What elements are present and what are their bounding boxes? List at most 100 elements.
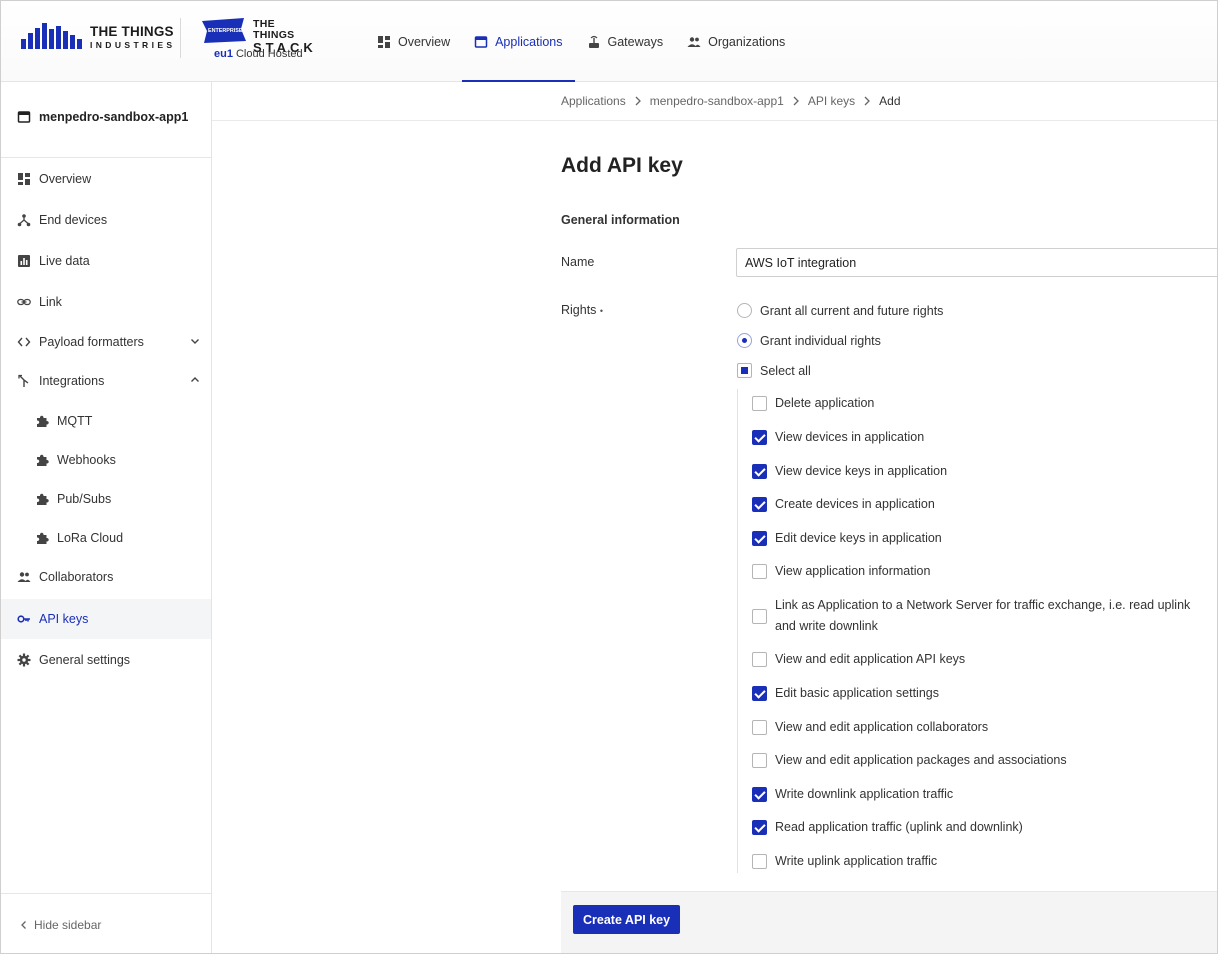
- select-all-checkbox[interactable]: [737, 363, 752, 378]
- stack-flag-icon: ENTERPRISE: [202, 18, 246, 43]
- right-label: View and edit application collaborators: [775, 720, 989, 734]
- right-item-delete-application[interactable]: Delete application: [752, 393, 1192, 414]
- right-checkbox[interactable]: [752, 787, 767, 802]
- sidebar-item-integrations[interactable]: Integrations: [1, 362, 211, 400]
- dashboard-icon: [18, 173, 30, 185]
- topnav-organizations[interactable]: Organizations: [675, 1, 797, 82]
- right-checkbox[interactable]: [752, 686, 767, 701]
- name-label: Name: [561, 255, 595, 269]
- tti-logo[interactable]: THE THINGS INDUSTRIES: [21, 23, 175, 49]
- right-checkbox[interactable]: [752, 497, 767, 512]
- right-checkbox[interactable]: [752, 854, 767, 869]
- right-item-edit-device-keys[interactable]: Edit device keys in application: [752, 528, 1192, 549]
- sidebar-app-title: menpedro-sandbox-app1: [17, 110, 188, 124]
- right-checkbox[interactable]: [752, 564, 767, 579]
- select-all-label: Select all: [760, 363, 811, 378]
- sidebar-item-label: Payload formatters: [39, 335, 144, 349]
- merge-icon: [18, 374, 29, 387]
- breadcrumb-api-keys[interactable]: API keys: [808, 94, 855, 108]
- sidebar-item-label: Webhooks: [57, 453, 116, 467]
- grant-individual-radio[interactable]: [737, 333, 752, 348]
- right-label: Edit basic application settings: [775, 686, 939, 700]
- sidebar-item-overview[interactable]: Overview: [1, 160, 211, 198]
- create-api-key-button[interactable]: Create API key: [573, 905, 681, 934]
- sidebar-app-name: menpedro-sandbox-app1: [39, 110, 189, 124]
- sidebar-item-label: Pub/Subs: [57, 492, 112, 506]
- top-header: THE THINGS INDUSTRIES ENTERPRISE THE THI…: [1, 1, 1217, 82]
- grant-all-radio[interactable]: [737, 303, 752, 318]
- right-checkbox[interactable]: [752, 608, 767, 624]
- sidebar-item-collaborators[interactable]: Collaborators: [1, 558, 211, 596]
- right-checkbox[interactable]: [752, 652, 767, 667]
- right-item-collaborators[interactable]: View and edit application collaborators: [752, 717, 1192, 738]
- right-checkbox[interactable]: [752, 720, 767, 735]
- right-checkbox[interactable]: [752, 753, 767, 768]
- right-checkbox[interactable]: [752, 396, 767, 411]
- right-item-view-devices[interactable]: View devices in application: [752, 427, 1192, 448]
- devices-icon: [17, 214, 31, 227]
- top-nav: Overview Applications Gateways Organizat…: [365, 1, 797, 82]
- breadcrumb-applications[interactable]: Applications: [561, 94, 626, 108]
- cluster-name: eu1: [214, 48, 233, 60]
- sidebar-item-link[interactable]: Link: [1, 283, 211, 321]
- right-label: Read application traffic (uplink and dow…: [775, 820, 1023, 834]
- sidebar-item-label: API keys: [39, 612, 89, 626]
- breadcrumb: Applications menpedro-sandbox-app1 API k…: [561, 94, 901, 108]
- puzzle-icon: [37, 493, 49, 505]
- right-item-view-device-keys[interactable]: View device keys in application: [752, 461, 1192, 482]
- sidebar-item-label: General settings: [39, 653, 131, 667]
- sidebar-item-payload-formatters[interactable]: Payload formatters: [1, 323, 211, 361]
- right-label: Link as Application to a Network Server …: [775, 598, 1191, 633]
- tti-bars-icon: [21, 23, 82, 49]
- code-icon: [17, 337, 31, 347]
- right-checkbox[interactable]: [752, 820, 767, 835]
- right-checkbox[interactable]: [752, 531, 767, 546]
- sidebar-item-webhooks[interactable]: Webhooks: [1, 441, 211, 479]
- chevron-down-icon[interactable]: [189, 335, 201, 347]
- enterprise-badge: ENTERPRISE: [208, 28, 243, 34]
- grant-all-radio-row[interactable]: Grant all current and future rights: [737, 303, 943, 318]
- right-item-write-uplink[interactable]: Write uplink application traffic: [752, 851, 1192, 872]
- sidebar-divider: [1, 157, 211, 158]
- select-all-row[interactable]: Select all: [737, 363, 811, 378]
- rights-list: Delete application View devices in appli…: [737, 389, 1217, 873]
- puzzle-icon: [37, 454, 49, 466]
- topnav-gateways[interactable]: Gateways: [575, 1, 676, 82]
- window-icon: [17, 111, 31, 123]
- logo-divider: [180, 18, 181, 58]
- chevron-up-icon[interactable]: [189, 374, 201, 386]
- sidebar-item-end-devices[interactable]: End devices: [1, 201, 211, 239]
- sidebar-item-pubsubs[interactable]: Pub/Subs: [1, 480, 211, 518]
- topnav-applications[interactable]: Applications: [462, 1, 575, 82]
- hide-sidebar-button[interactable]: Hide sidebar: [19, 918, 101, 932]
- right-checkbox[interactable]: [752, 464, 767, 479]
- right-checkbox[interactable]: [752, 430, 767, 445]
- right-label: View and edit application API keys: [775, 652, 966, 666]
- sidebar-footer-divider: [1, 893, 211, 894]
- right-item-basic-settings[interactable]: Edit basic application settings: [752, 683, 1192, 704]
- sidebar-item-lora-cloud[interactable]: LoRa Cloud: [1, 519, 211, 557]
- topnav-overview[interactable]: Overview: [365, 1, 462, 82]
- sidebar-item-api-keys[interactable]: API keys: [1, 599, 211, 639]
- topnav-gateways-label: Gateways: [607, 34, 664, 49]
- api-key-name-input[interactable]: [736, 248, 1217, 277]
- sidebar-item-general-settings[interactable]: General settings: [1, 641, 211, 679]
- puzzle-icon: [37, 532, 49, 544]
- breadcrumb-app[interactable]: menpedro-sandbox-app1: [650, 94, 784, 108]
- right-item-packages[interactable]: View and edit application packages and a…: [752, 750, 1192, 771]
- right-label: Write downlink application traffic: [775, 787, 954, 801]
- right-item-read-traffic[interactable]: Read application traffic (uplink and dow…: [752, 817, 1192, 838]
- sidebar-item-mqtt[interactable]: MQTT: [1, 402, 211, 440]
- right-item-create-devices[interactable]: Create devices in application: [752, 494, 1192, 515]
- right-item-link-network-server[interactable]: Link as Application to a Network Server …: [752, 595, 1192, 637]
- chart-icon: [18, 255, 30, 267]
- right-item-api-keys[interactable]: View and edit application API keys: [752, 649, 1192, 670]
- grant-individual-radio-row[interactable]: Grant individual rights: [737, 333, 881, 348]
- right-item-write-downlink[interactable]: Write downlink application traffic: [752, 784, 1192, 805]
- stack-logo-line1: THE THINGS: [253, 18, 295, 41]
- window-icon: [474, 35, 488, 48]
- people-icon: [687, 36, 701, 47]
- right-item-view-app-info[interactable]: View application information: [752, 561, 1192, 582]
- sidebar-item-live-data[interactable]: Live data: [1, 242, 211, 280]
- sidebar: menpedro-sandbox-app1 Overview End devic…: [1, 82, 212, 953]
